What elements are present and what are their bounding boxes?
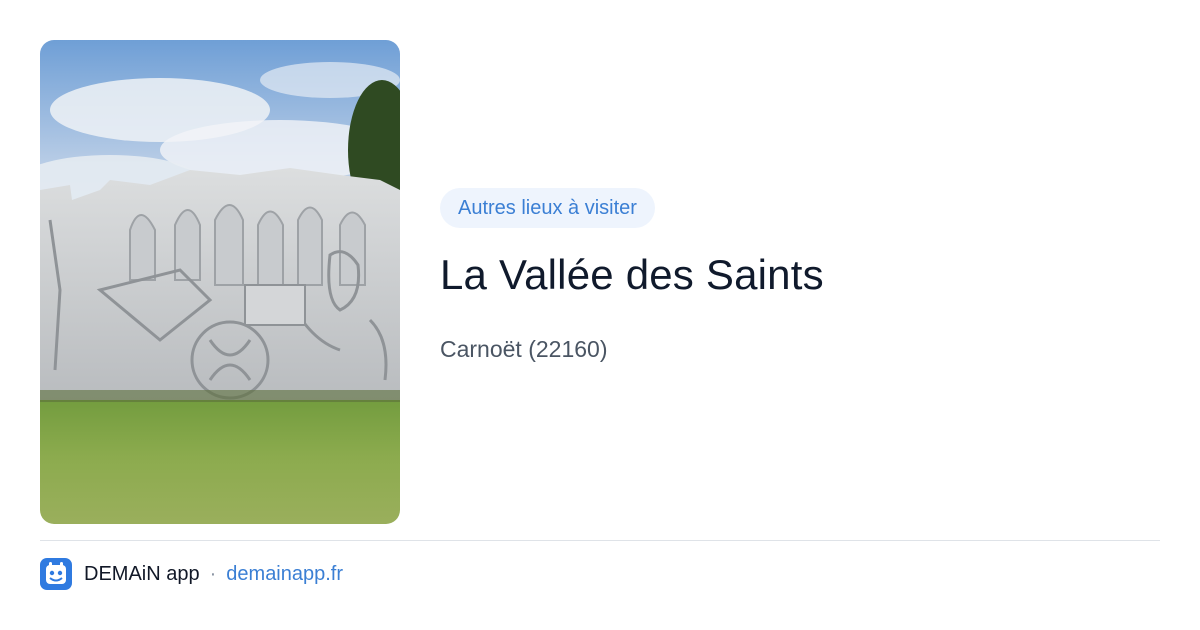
footer: DEMAiN app · demainapp.fr bbox=[40, 557, 343, 591]
place-photo bbox=[40, 40, 400, 524]
place-info: Autres lieux à visiter La Vallée des Sai… bbox=[440, 188, 1160, 363]
app-name: DEMAiN app bbox=[84, 562, 200, 585]
place-title: La Vallée des Saints bbox=[440, 251, 824, 298]
site-link[interactable]: demainapp.fr bbox=[226, 563, 343, 586]
footer-divider bbox=[40, 540, 1160, 541]
place-location: Carnoët (22160) bbox=[440, 336, 608, 362]
category-badge[interactable]: Autres lieux à visiter bbox=[440, 188, 655, 228]
share-card: Autres lieux à visiter La Vallée des Sai… bbox=[0, 0, 1200, 630]
app-logo-icon bbox=[40, 558, 72, 590]
footer-separator: · bbox=[209, 562, 217, 585]
